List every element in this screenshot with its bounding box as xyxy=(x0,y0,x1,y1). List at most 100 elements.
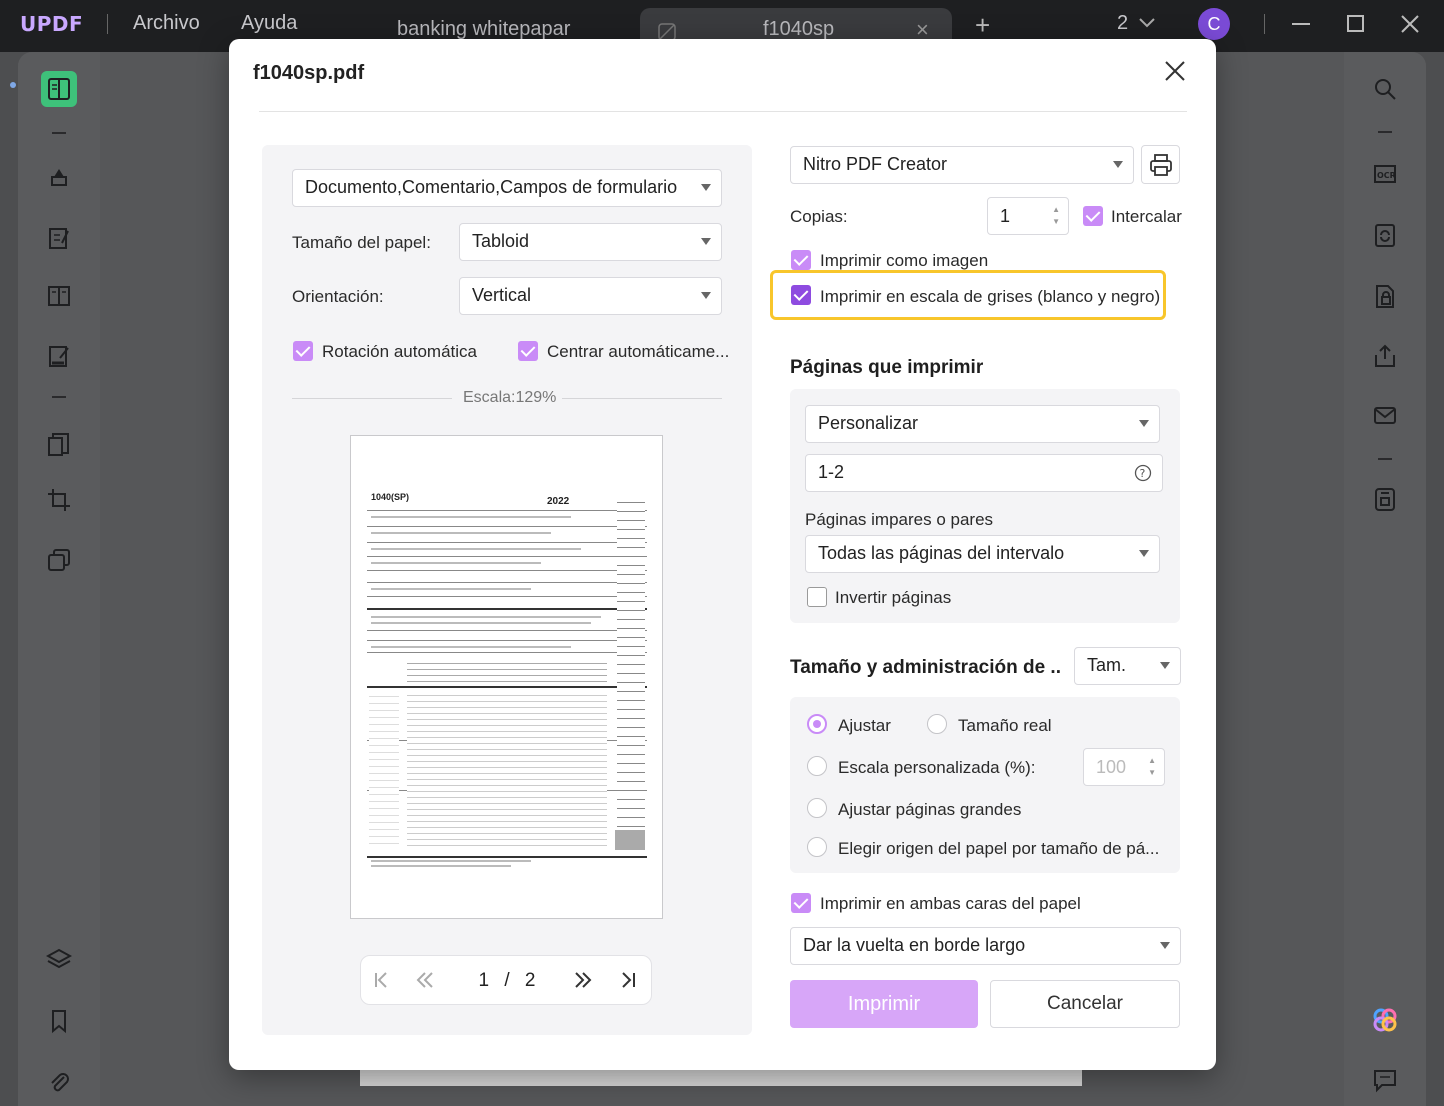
crop-icon[interactable] xyxy=(41,482,77,518)
edit-pdf-icon[interactable] xyxy=(41,220,77,256)
custom-scale-radio[interactable] xyxy=(807,756,827,776)
form-text xyxy=(371,616,601,618)
ocr-icon[interactable]: OCR xyxy=(1367,156,1403,192)
highlighter-icon[interactable] xyxy=(41,160,77,196)
save-icon[interactable] xyxy=(1367,481,1403,517)
document-page-edge xyxy=(360,1070,1082,1086)
fit-label: Ajustar xyxy=(838,716,891,735)
print-dialog: f1040sp.pdf Documento,Comentario,Campos … xyxy=(229,39,1216,1070)
protect-icon[interactable] xyxy=(1367,278,1403,314)
cancel-button[interactable]: Cancelar xyxy=(990,980,1180,1028)
form-text xyxy=(371,548,581,550)
svg-text:?: ? xyxy=(1140,467,1146,480)
form-rule xyxy=(367,630,647,631)
next-page-icon[interactable] xyxy=(573,969,593,991)
convert-icon[interactable] xyxy=(1367,217,1403,253)
menu-ayuda[interactable]: Ayuda xyxy=(241,12,297,35)
ai-assistant-icon[interactable] xyxy=(1367,1002,1403,1038)
batch-icon[interactable] xyxy=(41,542,77,578)
custom-scale-label: Escala personalizada (%): xyxy=(838,758,1036,777)
orientation-label: Orientación: xyxy=(292,287,384,306)
page-indicator[interactable]: 1 / 2 xyxy=(455,962,559,1000)
odd-even-label: Páginas impares o pares xyxy=(805,510,994,529)
form-rule xyxy=(367,652,647,653)
paper-size-select[interactable]: Tabloid xyxy=(459,223,722,261)
last-page-icon[interactable] xyxy=(619,969,637,991)
grayscale-checkbox[interactable] xyxy=(791,285,811,305)
chevron-down-icon xyxy=(701,184,711,191)
form-rule xyxy=(367,542,647,543)
help-icon[interactable]: ? xyxy=(1134,464,1152,482)
stepper-arrows-icon[interactable]: ▲ ▼ xyxy=(1148,755,1156,779)
previous-page-icon[interactable] xyxy=(415,969,435,991)
custom-scale-stepper[interactable]: 100 ▲ ▼ xyxy=(1083,748,1165,786)
print-button[interactable]: Imprimir xyxy=(790,980,978,1028)
paper-size-label: Tamaño del papel: xyxy=(292,233,431,252)
page-count-badge[interactable]: 2 xyxy=(1117,12,1128,35)
page-layout-icon[interactable] xyxy=(41,278,77,314)
duplex-checkbox[interactable] xyxy=(791,893,811,913)
copies-stepper[interactable]: 1 ▲ ▼ xyxy=(987,197,1069,235)
scale-divider-left xyxy=(292,398,452,399)
chevron-down-icon[interactable] xyxy=(1138,16,1156,30)
chevron-down-icon xyxy=(1113,161,1123,168)
actual-size-radio[interactable] xyxy=(927,714,947,734)
sign-icon[interactable] xyxy=(41,338,77,374)
printer-properties-button[interactable] xyxy=(1141,145,1180,184)
attachment-icon[interactable] xyxy=(41,1064,77,1100)
odd-even-value: Todas las páginas del intervalo xyxy=(818,543,1065,563)
minimize-icon[interactable] xyxy=(1290,14,1312,34)
page-preview: 1040(SP) 2022 xyxy=(350,435,663,919)
shrink-large-radio[interactable] xyxy=(807,798,827,818)
share-icon[interactable] xyxy=(1367,338,1403,374)
duplex-mode-select[interactable]: Dar la vuelta en borde largo xyxy=(790,927,1181,965)
size-mode-select[interactable]: Tam. xyxy=(1074,647,1181,685)
dialog-divider xyxy=(259,111,1187,112)
layers-icon[interactable] xyxy=(41,942,77,978)
search-icon[interactable] xyxy=(1367,71,1403,107)
copies-label: Copias: xyxy=(790,207,848,226)
pages-mode-select[interactable]: Personalizar xyxy=(805,405,1160,443)
orientation-value: Vertical xyxy=(472,285,532,305)
form-number: 1040(SP) xyxy=(371,492,410,502)
copies-value: 1 xyxy=(1000,206,1011,226)
bookmark-icon[interactable] xyxy=(41,1003,77,1039)
right-toolbar: OCR xyxy=(1344,52,1426,1106)
paper-source-radio[interactable] xyxy=(807,837,827,857)
close-icon[interactable] xyxy=(1163,59,1187,83)
new-tab-icon[interactable]: + xyxy=(975,10,990,41)
left-toolbar xyxy=(10,52,100,1106)
odd-even-select[interactable]: Todas las páginas del intervalo xyxy=(805,535,1160,573)
grayscale-label: Imprimir en escala de grises (blanco y n… xyxy=(820,287,1161,306)
form-text xyxy=(371,865,511,867)
print-as-image-checkbox[interactable] xyxy=(791,250,811,270)
reader-icon[interactable] xyxy=(41,71,77,107)
close-window-icon[interactable] xyxy=(1400,14,1420,34)
user-avatar[interactable]: C xyxy=(1198,8,1230,40)
auto-center-checkbox[interactable] xyxy=(518,341,538,361)
page-range-input[interactable]: 1-2 ? xyxy=(805,454,1163,492)
size-mode-value: Tam. xyxy=(1087,655,1127,675)
orientation-select[interactable]: Vertical xyxy=(459,277,722,315)
menu-archivo[interactable]: Archivo xyxy=(133,12,200,35)
duplex-mode-value: Dar la vuelta en borde largo xyxy=(803,935,1026,955)
custom-scale-value: 100 xyxy=(1096,757,1127,777)
fit-radio[interactable] xyxy=(807,714,827,734)
maximize-icon[interactable] xyxy=(1346,14,1366,34)
first-page-icon[interactable] xyxy=(373,969,391,991)
collate-checkbox[interactable] xyxy=(1083,206,1103,226)
stepper-arrows-icon[interactable]: ▲ ▼ xyxy=(1052,204,1060,228)
print-as-image-label: Imprimir como imagen xyxy=(820,251,989,270)
printer-select[interactable]: Nitro PDF Creator xyxy=(790,146,1134,184)
comment-icon[interactable] xyxy=(1367,1062,1403,1098)
auto-rotate-checkbox[interactable] xyxy=(293,341,313,361)
organize-pages-icon[interactable] xyxy=(41,426,77,462)
form-rule xyxy=(367,686,647,688)
content-select[interactable]: Documento,Comentario,Campos de formulari… xyxy=(292,169,722,207)
email-icon[interactable] xyxy=(1367,397,1403,433)
paper-source-label: Elegir origen del papel por tamaño de pá… xyxy=(838,839,1160,858)
reverse-pages-label: Invertir páginas xyxy=(835,588,952,607)
reverse-pages-checkbox[interactable] xyxy=(807,587,827,607)
preview-panel: Documento,Comentario,Campos de formulari… xyxy=(262,145,752,1035)
content-select-value: Documento,Comentario,Campos de formulari… xyxy=(305,177,678,197)
